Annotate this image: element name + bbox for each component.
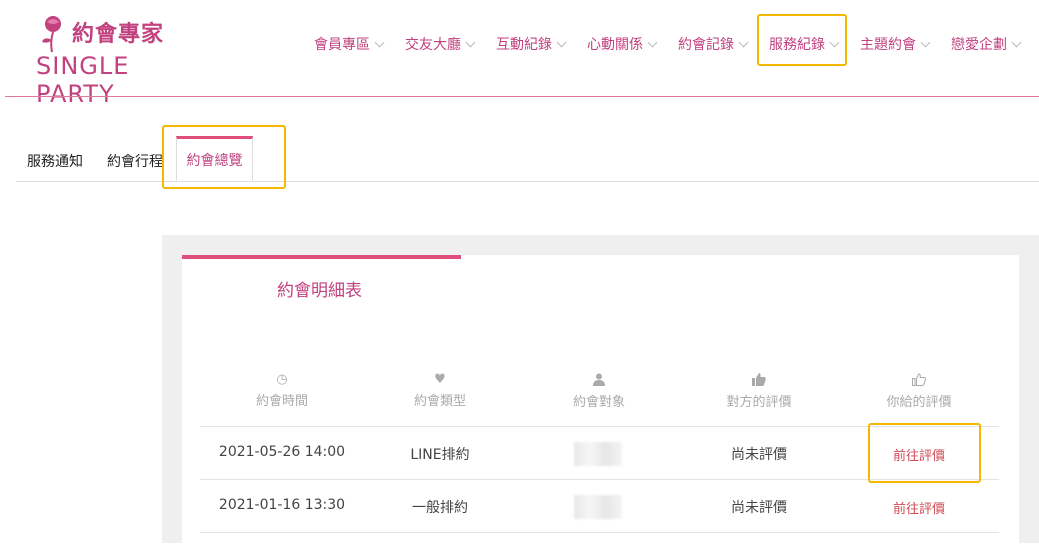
col-head-time: ◷ 約會時間	[212, 372, 352, 409]
tab-dating-overview[interactable]: 約會總覽	[176, 136, 253, 181]
card-title: 約會明細表	[277, 281, 362, 301]
nav-item-love-plan[interactable]: 戀愛企劃	[951, 34, 1022, 54]
row-divider	[200, 479, 999, 480]
content-panel: 約會明細表 ◷ 約會時間 ♥ 約會類型 約會對象 對方的評價 你給的評價 202…	[162, 235, 1039, 555]
partner-avatar-blurred	[574, 495, 622, 519]
nav-item-interaction[interactable]: 互動紀錄	[496, 34, 567, 54]
chevron-down-icon	[829, 37, 840, 47]
col-label: 你給的評價	[886, 395, 952, 410]
nav-item-dating-records[interactable]: 約會記錄	[678, 34, 749, 54]
rose-icon	[42, 16, 61, 53]
dating-details-card: 約會明細表 ◷ 約會時間 ♥ 約會類型 約會對象 對方的評價 你給的評價 202…	[182, 255, 1019, 555]
col-label: 約會時間	[255, 394, 308, 409]
partner-avatar-blurred	[574, 442, 622, 466]
clock-icon: ◷	[276, 372, 288, 387]
nav-item-service-records[interactable]: 服務紀錄	[769, 34, 840, 54]
thumbs-up-filled-icon	[689, 373, 829, 389]
cell-dating-type: 一般排約	[412, 500, 468, 516]
tab-dating-schedule[interactable]: 約會行程	[107, 151, 163, 171]
col-label: 約會對象	[572, 395, 625, 410]
nav-label: 服務紀錄	[769, 37, 825, 53]
col-head-partner-rating: 對方的評價	[689, 372, 829, 410]
go-rate-link[interactable]: 前往評價	[839, 445, 999, 464]
row-divider	[200, 532, 999, 533]
header-divider	[5, 96, 1039, 97]
thumbs-up-outline-icon	[849, 373, 989, 389]
col-label: 對方的評價	[726, 395, 792, 410]
col-head-partner: 約會對象	[529, 372, 669, 410]
tab-service-notice[interactable]: 服務通知	[27, 151, 83, 171]
cell-date-time: 2021-05-26 14:00	[218, 444, 346, 460]
cell-partner-rating: 尚未評價	[731, 447, 787, 463]
row-divider	[200, 426, 999, 427]
chevron-down-icon	[920, 37, 931, 47]
nav-label: 互動紀錄	[496, 37, 552, 53]
nav-label: 心動關係	[587, 37, 643, 53]
cell-partner-rating: 尚未評價	[731, 500, 787, 516]
nav-item-theme-dating[interactable]: 主題約會	[860, 34, 931, 54]
cell-dating-type: LINE排約	[410, 447, 470, 463]
nav-item-relationship[interactable]: 心動關係	[587, 34, 658, 54]
nav-label: 主題約會	[860, 37, 916, 53]
nav-label: 會員專區	[314, 37, 370, 53]
go-rate-link[interactable]: 前往評價	[839, 498, 999, 517]
col-label: 約會類型	[413, 394, 466, 409]
user-icon	[529, 373, 669, 389]
chevron-down-icon	[465, 37, 476, 47]
nav-item-lobby[interactable]: 交友大廳	[405, 34, 476, 54]
heart-icon: ♥	[434, 372, 446, 387]
cell-date-time: 2021-01-16 13:30	[218, 497, 346, 513]
chevron-down-icon	[647, 37, 658, 47]
logo-text-cn: 約會專家	[72, 22, 165, 47]
tab-bar: 服務通知 約會行程 約會總覽	[16, 132, 1039, 182]
nav-label: 約會記錄	[678, 37, 734, 53]
site-logo[interactable]: 約會專家 SINGLE PARTY	[34, 14, 204, 108]
col-head-type: ♥ 約會類型	[370, 372, 510, 409]
nav-label: 交友大廳	[405, 37, 461, 53]
col-head-your-rating: 你給的評價	[849, 372, 989, 410]
chevron-down-icon	[374, 37, 385, 47]
card-accent-bar	[182, 255, 461, 259]
logo-text-en: SINGLE PARTY	[36, 52, 130, 108]
chevron-down-icon	[738, 37, 749, 47]
nav-item-member[interactable]: 會員專區	[314, 34, 385, 54]
chevron-down-icon	[556, 37, 567, 47]
chevron-down-icon	[1011, 37, 1022, 47]
nav-label: 戀愛企劃	[951, 37, 1007, 53]
